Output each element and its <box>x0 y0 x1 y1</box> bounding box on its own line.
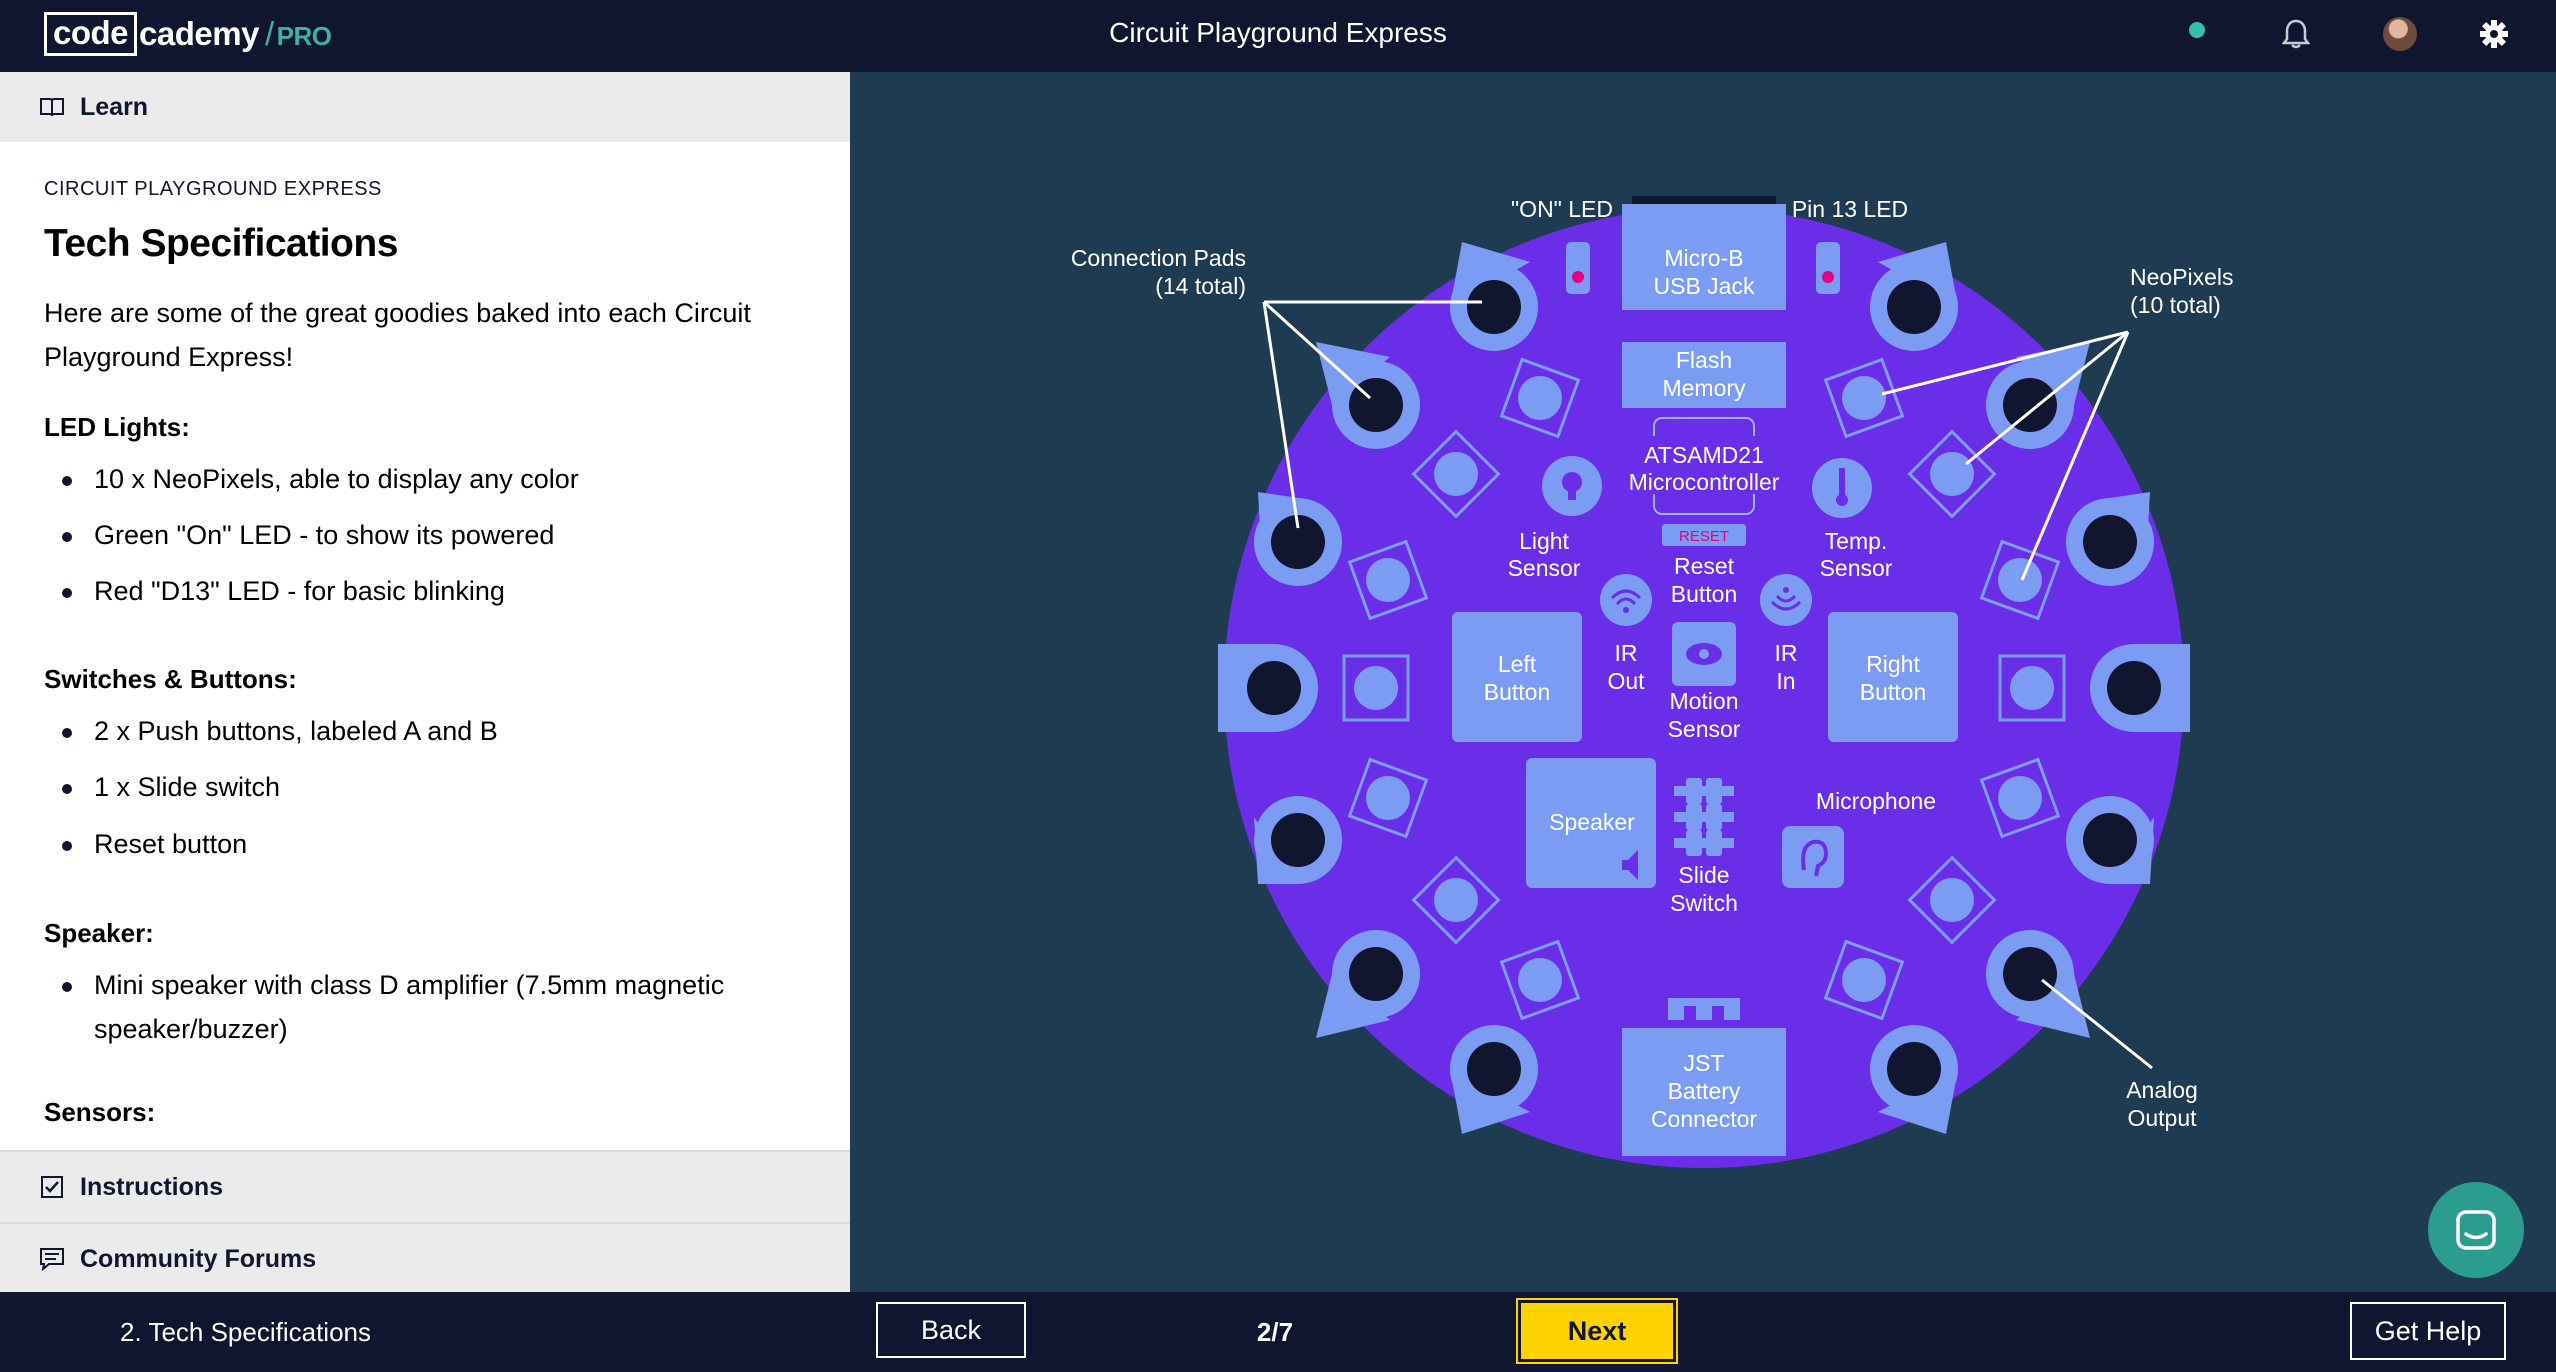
connection-pads-label-1: Connection Pads <box>1071 245 1246 271</box>
section-heading-speaker: Speaker: <box>44 918 154 948</box>
left-button <box>1452 612 1582 742</box>
ir-in-label-1: IR <box>1775 640 1798 666</box>
light-label-2: Sensor <box>1508 555 1581 581</box>
get-help-button[interactable]: Get Help <box>2350 1302 2506 1360</box>
right-button <box>1828 612 1958 742</box>
section-heading-switches: Switches & Buttons: <box>44 664 297 694</box>
instructions-section-header[interactable]: Instructions <box>0 1150 850 1222</box>
analog-output-label-1: Analog <box>2126 1077 2198 1103</box>
list-item: Red "D13" LED - for basic blinking <box>62 569 794 613</box>
neopixels-label-1: NeoPixels <box>2130 264 2234 290</box>
usb-label-1: Micro-B <box>1664 245 1743 271</box>
microphone-label: Microphone <box>1816 788 1936 814</box>
ir-out-label-1: IR <box>1615 640 1638 666</box>
community-forums-label: Community Forums <box>80 1244 317 1273</box>
section-heading-sensors: Sensors: <box>44 1097 156 1127</box>
lesson-title: Tech Specifications <box>44 222 398 265</box>
left-label-1: Left <box>1498 651 1537 677</box>
pin13-led-label: Pin 13 LED <box>1792 196 1908 222</box>
user-avatar[interactable] <box>2380 14 2420 54</box>
microphone <box>1782 826 1844 888</box>
flash-label-2: Memory <box>1662 375 1746 401</box>
slide-switch <box>1674 778 1734 856</box>
list-item: Mini speaker with class D amplifier (7.5… <box>62 963 794 1051</box>
jst-label-1: JST <box>1684 1050 1725 1076</box>
right-label-1: Right <box>1866 651 1920 677</box>
learn-section-header[interactable]: Learn <box>0 72 850 142</box>
section-heading-led: LED Lights: <box>44 412 190 442</box>
neopixels-label-2: (10 total) <box>2130 292 2221 318</box>
mcu-label-1: ATSAMD21 <box>1644 442 1764 468</box>
right-label-2: Button <box>1860 679 1927 705</box>
jst-label-3: Connector <box>1651 1106 1757 1132</box>
list-item: Green "On" LED - to show its powered <box>62 513 794 557</box>
chat-icon <box>2456 1210 2496 1250</box>
lesson-intro: Here are some of the great goodies baked… <box>44 298 751 372</box>
ir-in-label-2: In <box>1776 668 1795 694</box>
gear-icon[interactable] <box>2474 14 2514 54</box>
online-status-indicator <box>2189 22 2205 38</box>
reset-chip-label: RESET <box>1679 528 1729 545</box>
lesson-panel: Learn CIRCUIT PLAYGROUND EXPRESS Tech Sp… <box>0 72 850 1294</box>
pin13-led <box>1816 242 1840 294</box>
motion-label-2: Sensor <box>1668 716 1741 742</box>
next-button[interactable]: Next <box>1516 1298 1678 1364</box>
current-lesson-label[interactable]: 2. Tech Specifications <box>120 1292 371 1372</box>
temp-label-2: Sensor <box>1820 555 1893 581</box>
on-led <box>1566 242 1590 294</box>
top-navigation-bar: code cademy / PRO Circuit Playground Exp… <box>0 0 2556 72</box>
bell-icon[interactable] <box>2276 14 2316 54</box>
ir-out-label-2: Out <box>1607 668 1645 694</box>
diagram-panel: Micro-B USB Jack Flash Memory ATSAMD21 M… <box>850 72 2556 1292</box>
list-item: Reset button <box>62 822 794 866</box>
jst-label-2: Battery <box>1668 1078 1741 1104</box>
speaker-label: Speaker <box>1549 809 1635 835</box>
left-label-2: Button <box>1484 679 1551 705</box>
chat-bubble-icon <box>38 1245 66 1273</box>
connection-pads-label-2: (14 total) <box>1155 273 1246 299</box>
page-title: Circuit Playground Express <box>1109 17 1447 48</box>
light-label-1: Light <box>1519 528 1569 554</box>
book-icon <box>38 93 66 121</box>
list-item: 10 x NeoPixels, able to display any colo… <box>62 457 794 501</box>
learn-label: Learn <box>80 92 149 121</box>
slide-label-1: Slide <box>1678 862 1729 888</box>
community-forums-section-header[interactable]: Community Forums <box>0 1222 850 1294</box>
motion-label-1: Motion <box>1669 688 1738 714</box>
flash-label-1: Flash <box>1676 347 1732 373</box>
bottom-navigation-bar: 2. Tech Specifications Back 2/7 Next Get… <box>0 1292 2556 1372</box>
checkbox-icon <box>38 1173 66 1201</box>
jst-pins <box>1668 998 1740 1020</box>
slide-label-2: Switch <box>1670 890 1738 916</box>
lesson-progress: 2/7 <box>1256 1317 1294 1347</box>
avatar-image <box>2383 17 2417 51</box>
usb-label-2: USB Jack <box>1654 273 1755 299</box>
on-led-label: "ON" LED <box>1511 196 1613 222</box>
course-eyebrow: CIRCUIT PLAYGROUND EXPRESS <box>44 178 382 200</box>
analog-output-label-2: Output <box>2127 1105 2197 1131</box>
back-button[interactable]: Back <box>876 1302 1026 1358</box>
instructions-label: Instructions <box>80 1172 224 1201</box>
reset-label-2: Button <box>1671 581 1738 607</box>
mcu-label-2: Microcontroller <box>1629 469 1780 495</box>
circuit-playground-diagram: Micro-B USB Jack Flash Memory ATSAMD21 M… <box>1071 196 2234 1168</box>
list-item: 1 x Slide switch <box>62 765 794 809</box>
temp-label-1: Temp. <box>1825 528 1888 554</box>
list-item: 2 x Push buttons, labeled A and B <box>62 709 794 753</box>
reset-label-1: Reset <box>1674 553 1735 579</box>
chat-support-button[interactable] <box>2428 1182 2524 1278</box>
